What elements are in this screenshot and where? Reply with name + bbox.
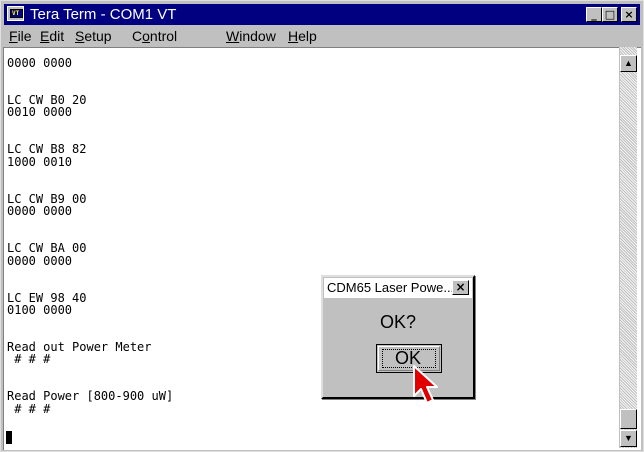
dialog-close-button[interactable]: × <box>452 280 469 295</box>
terminal-cursor <box>6 431 12 444</box>
dialog-message: OK? <box>379 312 417 332</box>
tera-term-app-icon[interactable]: VT <box>7 6 24 21</box>
dialog-title: CDM65 Laser Powe... <box>327 280 455 295</box>
menu-window[interactable]: Window <box>226 28 276 44</box>
terminal-output: 0000 0000 LC CW B0 20 0010 0000 LC CW B8 82… <box>7 57 173 415</box>
terminal-line: 0100 0000 <box>7 302 73 317</box>
terminal-line: 1000 0010 <box>7 154 73 169</box>
app-icon-glyph: VT <box>12 10 20 17</box>
terminal-line: 0010 0000 <box>7 105 73 120</box>
app-icon-screen: VT <box>10 9 23 18</box>
menu-file[interactable]: File <box>9 28 32 44</box>
title-bar[interactable]: VT Tera Term - COM1 VT _ □ × <box>4 4 640 25</box>
menu-bar: File Edit Setup Control Window Help <box>4 26 640 46</box>
maximize-button[interactable]: □ <box>602 7 618 22</box>
terminal-line: 0000 0000 <box>7 56 73 70</box>
mouse-pointer-shape <box>413 365 438 404</box>
terminal-line: LC CW B8 82 <box>7 142 87 157</box>
close-button[interactable]: × <box>621 7 637 22</box>
dialog-title-bar[interactable]: CDM65 Laser Powe... × <box>324 278 472 298</box>
scroll-down-button[interactable]: ▼ <box>620 430 637 447</box>
minimize-button[interactable]: _ <box>586 7 602 22</box>
menu-setup[interactable]: Setup <box>75 28 112 44</box>
terminal-line: # # # <box>7 352 51 367</box>
scroll-thumb[interactable] <box>620 409 637 429</box>
terminal-line: 0000 0000 <box>7 204 73 219</box>
scroll-up-button[interactable]: ▲ <box>620 55 637 72</box>
menu-edit[interactable]: Edit <box>40 28 64 44</box>
vertical-scrollbar[interactable]: ▲ ▼ <box>619 47 637 448</box>
confirm-dialog: CDM65 Laser Powe... × OK? OK <box>321 275 475 399</box>
menu-control[interactable]: Control <box>132 28 177 44</box>
window-title: Tera Term - COM1 VT <box>30 6 177 23</box>
menu-help[interactable]: Help <box>288 28 317 44</box>
terminal-line: 0000 0000 <box>7 253 73 268</box>
terminal-line: Read Power [800-900 uW] <box>7 389 174 404</box>
terminal-line: LC CW BA 00 <box>7 241 87 256</box>
terminal-line: # # # <box>7 401 51 416</box>
mouse-pointer-icon <box>413 365 438 404</box>
